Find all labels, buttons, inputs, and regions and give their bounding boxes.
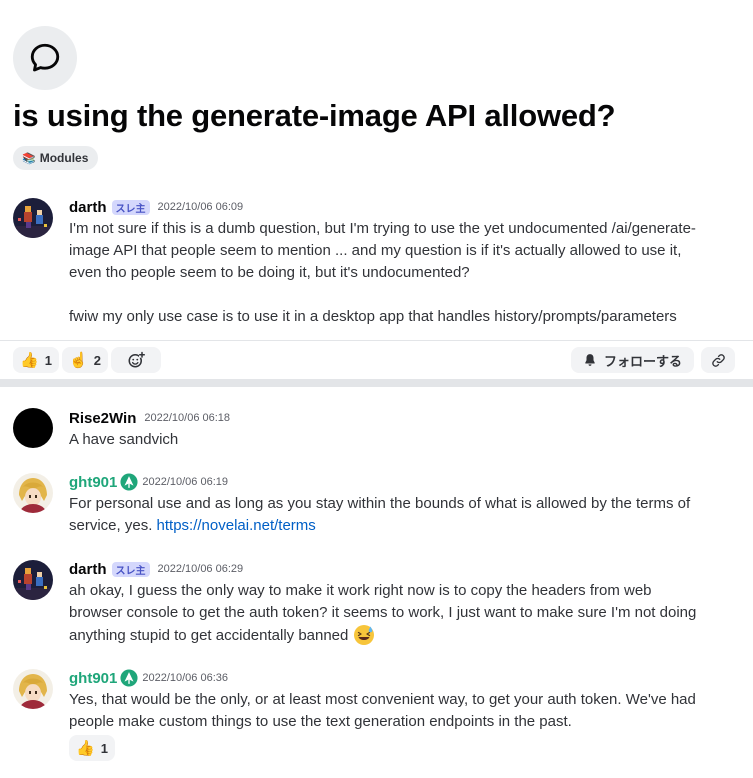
username[interactable]: darth (69, 561, 107, 578)
message-text: Yes, that would be the only, or at least… (69, 691, 696, 730)
op-badge: スレ主 (111, 561, 150, 577)
timestamp: 2022/10/06 06:09 (157, 201, 244, 213)
avatar[interactable] (13, 473, 53, 513)
tag-label: Modules (39, 151, 89, 165)
bell-icon (585, 354, 595, 366)
thread-icon (13, 26, 77, 90)
add-reaction-icon (128, 351, 145, 368)
timestamp: 2022/10/06 06:19 (142, 476, 228, 488)
avatar[interactable] (13, 560, 53, 600)
reaction-count: 2 (93, 352, 101, 368)
chat-bubble-icon (30, 43, 60, 72)
follow-button[interactable]: フォローする (571, 347, 695, 373)
username[interactable]: darth (69, 199, 107, 216)
avatar-anime (13, 473, 53, 513)
message-header: Rise2Win 2022/10/06 06:18 (69, 408, 230, 428)
avatar-pixel-art (13, 198, 53, 238)
sweat-smile-emoji-icon (353, 625, 374, 645)
avatar-pixel-art (13, 560, 53, 600)
thread-title: is using the generate-image API allowed? (13, 98, 616, 133)
reaction-count: 1 (44, 352, 52, 368)
username[interactable]: ght901 (69, 474, 117, 491)
terms-link[interactable]: https://novelai.net/terms (157, 517, 316, 534)
message-body: I'm not sure if this is a dumb question,… (69, 218, 709, 328)
avatar[interactable] (13, 408, 53, 448)
message-header: ght901 2022/10/06 06:19 (69, 472, 228, 492)
username[interactable]: Rise2Win (69, 410, 136, 427)
message-body: For personal use and as long as you stay… (69, 493, 709, 537)
link-icon (711, 353, 725, 367)
message-body: Yes, that would be the only, or at least… (69, 689, 709, 733)
message-paragraph: fwiw my only use case is to use it in a … (69, 308, 677, 325)
tag-chip-modules[interactable]: 📚 Modules (13, 146, 99, 170)
avatar-anime (13, 669, 53, 709)
message-header: darth スレ主 2022/10/06 06:29 (69, 559, 243, 579)
timestamp: 2022/10/06 06:18 (144, 412, 231, 424)
message-text: For personal use and as long as you stay… (69, 493, 709, 537)
message-paragraph: I'm not sure if this is a dumb question,… (69, 220, 696, 281)
message-header: darth スレ主 2022/10/06 06:09 (69, 197, 243, 217)
reaction-bar: 👍 1 ☝️ 2 フォローする (0, 340, 753, 380)
reaction-thumbs-up[interactable]: 👍 1 (69, 735, 115, 761)
reaction-count: 1 (100, 740, 108, 756)
follow-label: フォローする (604, 353, 683, 369)
timestamp: 2022/10/06 06:29 (157, 563, 244, 575)
avatar[interactable] (13, 198, 53, 238)
add-reaction-button[interactable] (111, 347, 161, 373)
point-up-icon: ☝️ (69, 352, 88, 369)
thumbs-up-icon: 👍 (20, 352, 39, 369)
message-header: ght901 2022/10/06 06:36 (69, 668, 228, 688)
message-text: A have sandvich (69, 431, 179, 448)
message-text-part: ah okay, I guess the only way to make it… (69, 582, 697, 644)
message-body: A have sandvich (69, 429, 709, 451)
reaction-point-up[interactable]: ☝️ 2 (62, 347, 108, 373)
message-text: ah okay, I guess the only way to make it… (69, 580, 709, 647)
books-icon: 📚 (22, 152, 36, 165)
avatar[interactable] (13, 669, 53, 709)
copy-link-button[interactable] (701, 347, 735, 373)
leaf-role-icon (120, 473, 138, 491)
reaction-thumbs-up[interactable]: 👍 1 (13, 347, 59, 373)
thumbs-up-icon: 👍 (76, 740, 95, 757)
leaf-role-icon (120, 669, 138, 687)
timestamp: 2022/10/06 06:36 (142, 672, 228, 684)
message-body: ah okay, I guess the only way to make it… (69, 580, 709, 647)
section-divider (0, 379, 753, 387)
op-badge: スレ主 (111, 199, 150, 215)
username[interactable]: ght901 (69, 670, 117, 687)
